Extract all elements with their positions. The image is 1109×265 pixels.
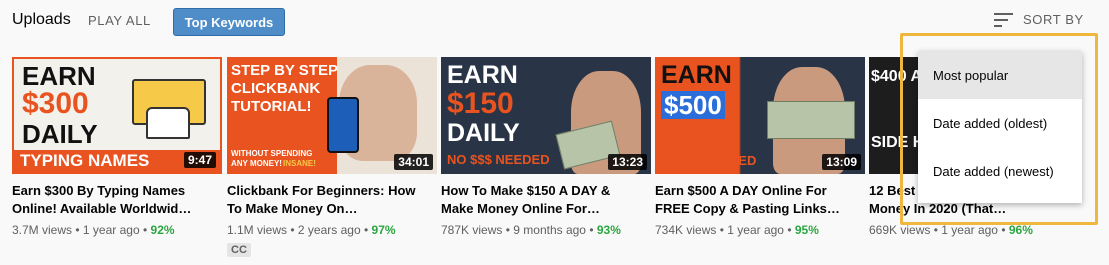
video-meta: 787K views • 9 months ago • 93% [441, 223, 621, 237]
score-value: 96% [1008, 223, 1033, 237]
score-value: 97% [371, 223, 396, 237]
video-thumbnail[interactable]: STEP BY STEP CLICKBANK TUTORIAL! WITHOUT… [227, 57, 437, 174]
video-meta: 669K views • 1 year ago • 96% [869, 223, 1033, 237]
video-card[interactable]: EARN $300 DAILY TYPING NAMES 9:47 Earn $… [12, 57, 222, 237]
video-title[interactable]: Earn $500 A DAY Online For FREE Copy & P… [655, 182, 860, 218]
sort-by-label: SORT BY [1023, 12, 1084, 27]
video-meta: 3.7M views • 1 year ago • 92% [12, 223, 175, 237]
video-duration: 34:01 [394, 154, 433, 170]
video-meta: 1.1M views • 2 years ago • 97% [227, 223, 396, 237]
score-value: 95% [794, 223, 819, 237]
section-title: Uploads [12, 11, 71, 28]
sort-icon [994, 12, 1013, 27]
video-thumbnail[interactable]: EARN $300 DAILY TYPING NAMES 9:47 [12, 57, 222, 174]
play-all-button[interactable]: PLAY ALL [88, 13, 151, 28]
video-meta: 734K views • 1 year ago • 95% [655, 223, 819, 237]
video-card[interactable]: STEP BY STEP CLICKBANK TUTORIAL! WITHOUT… [227, 57, 437, 258]
top-keywords-button[interactable]: Top Keywords [173, 8, 285, 36]
score-value: 92% [150, 223, 175, 237]
video-thumbnail[interactable]: EARN $150 DAILY NO $$$ NEEDED 13:23 [441, 57, 651, 174]
video-thumbnail[interactable]: EARN $500 DAILY NO $$ NEEDED 13:09 [655, 57, 865, 174]
video-title[interactable]: Clickbank For Beginners: How To Make Mon… [227, 182, 432, 218]
cc-badge: CC [227, 243, 251, 257]
score-value: 93% [596, 223, 621, 237]
video-title[interactable]: Earn $300 By Typing Names Online! Availa… [12, 182, 217, 218]
hands-icon [146, 107, 190, 139]
highlight-box [900, 33, 1098, 225]
video-duration: 13:23 [608, 154, 647, 170]
video-card[interactable]: EARN $150 DAILY NO $$$ NEEDED 13:23 How … [441, 57, 651, 237]
video-card[interactable]: EARN $500 DAILY NO $$ NEEDED 13:09 Earn … [655, 57, 865, 237]
sort-by-button[interactable]: SORT BY [994, 12, 1084, 27]
video-title[interactable]: How To Make $150 A DAY & Make Money Onli… [441, 182, 646, 218]
video-duration: 9:47 [183, 152, 216, 168]
video-duration: 13:09 [822, 154, 861, 170]
